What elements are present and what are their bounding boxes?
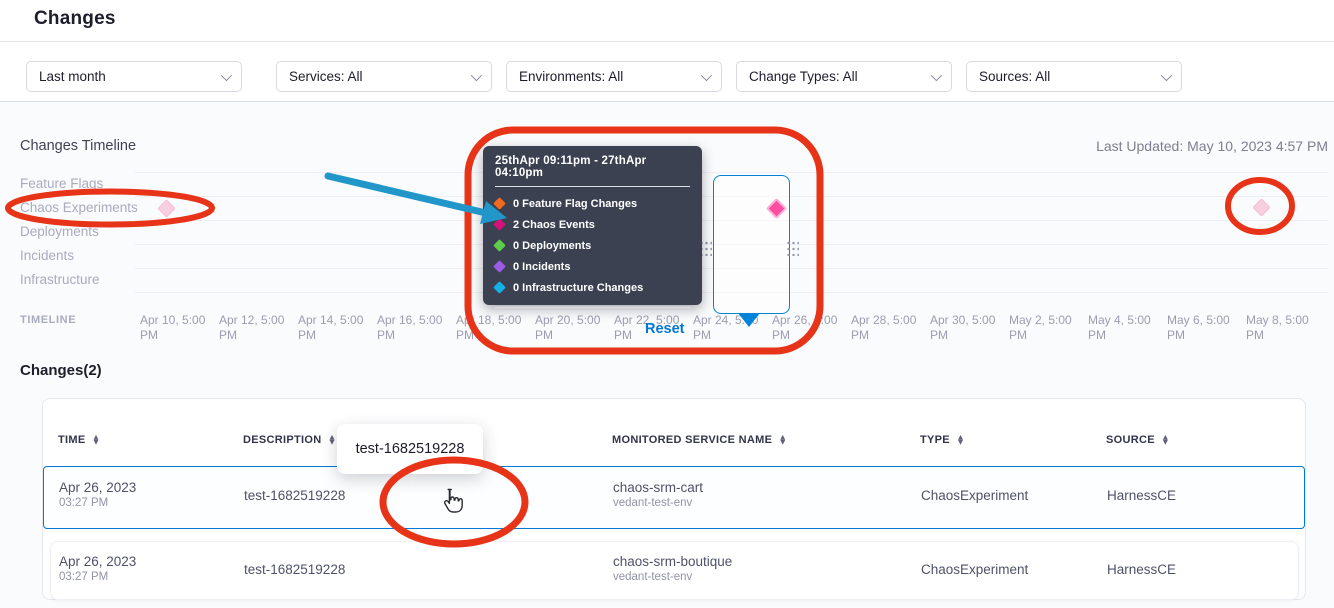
filter-dropdown-services[interactable]: Services: All <box>276 61 492 92</box>
chaos-event-marker-icon[interactable] <box>1252 198 1270 216</box>
tooltip-item-infrastructure: 0 Infrastructure Changes <box>495 277 690 298</box>
tooltip-item-incidents: 0 Incidents <box>495 256 690 277</box>
chevron-down-icon <box>471 69 482 80</box>
axis-tick: Apr 18, 5:00PM <box>456 313 532 343</box>
changes-page: Changes Last month Services: All Environ… <box>0 0 1334 608</box>
chaos-event-marker-icon[interactable] <box>157 199 175 217</box>
deployment-diamond-icon <box>493 239 506 252</box>
axis-tick: Apr 14, 5:00PM <box>298 313 374 343</box>
axis-tick: May 6, 5:00PM <box>1167 313 1243 343</box>
axis-tick: May 2, 5:00PM <box>1009 313 1085 343</box>
filter-dropdown-sources[interactable]: Sources: All <box>966 61 1182 92</box>
axis-tick: Apr 16, 5:00PM <box>377 313 453 343</box>
monitored-service-cell: chaos-srm-cart vedant-test-env <box>613 480 703 509</box>
table-row-chaos-srm-cart[interactable]: Apr 26, 2023 03:27 PM test-1682519228 ch… <box>43 466 1305 529</box>
axis-tick: Apr 12, 5:00PM <box>219 313 295 343</box>
sort-icon[interactable]: ▲▼ <box>780 435 785 445</box>
source-cell: HarnessCE <box>1107 488 1176 503</box>
tooltip-item-chaos-events: 2 Chaos Events <box>495 214 690 235</box>
filter-bar: Last month Services: All Environments: A… <box>0 42 1334 102</box>
description-cell: test-1682519228 <box>244 488 345 503</box>
filter-dropdown-sources-value: Sources: All <box>979 69 1050 84</box>
tooltip-item-feature-flags: 0 Feature Flag Changes <box>495 193 690 214</box>
column-header-monitored-service-name[interactable]: MONITORED SERVICE NAME ▲▼ <box>612 434 786 446</box>
sort-icon[interactable]: ▲▼ <box>93 435 98 445</box>
description-hover-tooltip: test-1682519228 <box>337 424 483 474</box>
sort-icon[interactable]: ▲▼ <box>1163 435 1168 445</box>
page-header: Changes <box>0 0 1334 42</box>
chevron-down-icon <box>1161 69 1172 80</box>
filter-dropdown-change-types[interactable]: Change Types: All <box>736 61 952 92</box>
hand-cursor-icon <box>438 488 464 521</box>
reset-link[interactable]: Reset <box>645 321 685 337</box>
axis-tick: Apr 26, 5:00PM <box>772 313 848 343</box>
brush-pointer-icon <box>738 313 760 327</box>
timeline-brush-selection[interactable] <box>713 175 790 314</box>
timeline-row-infrastructure: Infrastructure <box>20 272 100 287</box>
chaos-event-diamond-icon <box>493 218 506 231</box>
tooltip-divider <box>495 186 690 187</box>
filter-dropdown-services-value: Services: All <box>289 69 363 84</box>
time-cell: Apr 26, 2023 03:27 PM <box>59 480 136 509</box>
range-tooltip-title: 25thApr 09:11pm - 27thApr 04:10pm <box>495 155 690 179</box>
axis-tick: May 4, 5:00PM <box>1088 313 1164 343</box>
filter-dropdown-time-range[interactable]: Last month <box>26 61 242 92</box>
column-header-type[interactable]: TYPE ▲▼ <box>920 434 963 446</box>
type-cell: ChaosExperiment <box>921 488 1028 503</box>
timeline-section-title: Changes Timeline <box>20 138 136 154</box>
timeline-range-tooltip: 25thApr 09:11pm - 27thApr 04:10pm 0 Feat… <box>483 146 702 305</box>
source-cell: HarnessCE <box>1107 562 1176 577</box>
filter-dropdown-change-types-value: Change Types: All <box>749 69 858 84</box>
monitored-service-cell: chaos-srm-boutique vedant-test-env <box>613 554 732 583</box>
timeline-axis-label: TIMELINE <box>20 314 76 326</box>
description-cell: test-1682519228 <box>244 562 345 577</box>
axis-tick: May 8, 5:00PM <box>1246 313 1322 343</box>
infrastructure-diamond-icon <box>493 281 506 294</box>
axis-tick: Apr 28, 5:00PM <box>851 313 927 343</box>
filter-dropdown-environments-value: Environments: All <box>519 69 623 84</box>
axis-tick: Apr 20, 5:00PM <box>535 313 611 343</box>
chevron-down-icon <box>701 69 712 80</box>
timeline-gridline <box>135 172 1328 173</box>
timeline-row-chaos-experiments: Chaos Experiments <box>20 200 138 215</box>
brush-right-handle[interactable] <box>786 240 799 256</box>
table-row-chaos-srm-boutique[interactable]: Apr 26, 2023 03:27 PM test-1682519228 ch… <box>50 541 1299 600</box>
column-header-description[interactable]: DESCRIPTION ▲▼ <box>243 434 335 446</box>
sort-icon[interactable]: ▲▼ <box>958 435 963 445</box>
content-area: Changes Timeline Last Updated: May 10, 2… <box>0 102 1334 608</box>
page-title: Changes <box>34 8 116 30</box>
timeline-row-incidents: Incidents <box>20 248 74 263</box>
timeline-row-feature-flags: Feature Flags <box>20 176 103 191</box>
axis-tick: Apr 30, 5:00PM <box>930 313 1006 343</box>
tooltip-item-deployments: 0 Deployments <box>495 235 690 256</box>
sort-icon[interactable]: ▲▼ <box>329 435 334 445</box>
chevron-down-icon <box>221 69 232 80</box>
incident-diamond-icon <box>493 260 506 273</box>
chevron-down-icon <box>931 69 942 80</box>
tooltip-divider <box>495 307 690 308</box>
type-cell: ChaosExperiment <box>921 562 1028 577</box>
axis-tick: Apr 10, 5:00PM <box>140 313 216 343</box>
changes-count-title: Changes(2) <box>20 362 102 379</box>
column-header-time[interactable]: TIME ▲▼ <box>58 434 99 446</box>
time-cell: Apr 26, 2023 03:27 PM <box>59 554 136 583</box>
filter-dropdown-time-range-value: Last month <box>39 69 106 84</box>
column-header-source[interactable]: SOURCE ▲▼ <box>1106 434 1168 446</box>
timeline-row-deployments: Deployments <box>20 224 99 239</box>
filter-dropdown-environments[interactable]: Environments: All <box>506 61 722 92</box>
last-updated-text: Last Updated: May 10, 2023 4:57 PM <box>1096 138 1328 154</box>
feature-flag-diamond-icon <box>493 197 506 210</box>
